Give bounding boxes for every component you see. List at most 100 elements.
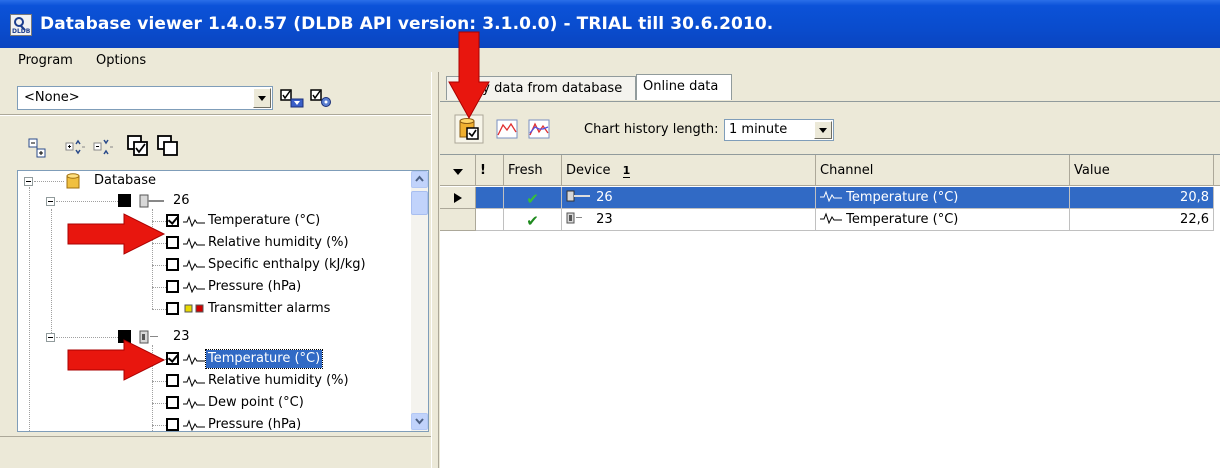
row-fresh-cell: ✔ <box>504 209 562 231</box>
grid-header-value[interactable]: Value <box>1070 155 1214 186</box>
collapse-icon[interactable] <box>92 136 114 158</box>
tree-channel-label[interactable]: Temperature (°C) <box>208 211 320 231</box>
collapse-all-icon[interactable] <box>26 136 48 158</box>
transmitter-icon <box>139 194 164 208</box>
row-value-cell: 22,6 <box>1070 209 1214 231</box>
configuration-select-value: <None> <box>24 90 80 105</box>
row-header[interactable] <box>440 209 476 231</box>
row-device-name: 23 <box>596 212 613 227</box>
title-bar[interactable]: DLDB Database viewer 1.4.0.57 (DLDB API … <box>0 0 1220 48</box>
menu-bar: Program Options <box>0 48 1220 72</box>
scroll-down-button[interactable] <box>411 413 428 430</box>
menu-options[interactable]: Options <box>96 53 146 68</box>
chevron-down-icon <box>453 169 463 175</box>
history-dropdown-button[interactable] <box>814 121 832 139</box>
multi-line-chart-icon[interactable] <box>527 118 551 140</box>
tree-channel-label-selected[interactable]: Temperature (°C) <box>204 349 324 369</box>
channel-checkbox[interactable] <box>166 418 179 431</box>
chart-history-select[interactable]: 1 minute <box>724 119 834 141</box>
device-23-label[interactable]: 23 <box>173 327 190 347</box>
row-channel-cell: Temperature (°C) <box>816 209 1070 231</box>
combo-dropdown-button[interactable] <box>253 88 271 108</box>
tree-channel-label[interactable]: Pressure (hPa) <box>208 277 301 297</box>
grid-header-fresh[interactable]: Fresh <box>504 155 562 186</box>
chevron-down-icon <box>415 418 424 425</box>
wave-icon <box>183 281 205 293</box>
channel-tree[interactable]: Database 26 Temperature (°C) Relative hu… <box>17 170 429 432</box>
channel-checkbox[interactable] <box>166 374 179 387</box>
save-config-icon[interactable] <box>279 87 305 109</box>
database-icon <box>66 173 80 189</box>
current-row-icon <box>454 193 462 203</box>
channel-checkbox[interactable] <box>166 302 179 315</box>
channel-checkbox[interactable] <box>166 396 179 409</box>
grid-header-device-label: Device <box>566 163 611 178</box>
tree-channel-label[interactable]: Specific enthalpy (kJ/kg) <box>208 255 366 275</box>
tab-online-data[interactable]: Online data <box>636 74 732 100</box>
fresh-check-icon: ✔ <box>526 212 539 230</box>
grid-header-channel[interactable]: Channel <box>816 155 1070 186</box>
red-arrow-right-icon <box>67 213 166 255</box>
device-26-label[interactable]: 26 <box>173 191 190 211</box>
transmitter-icon <box>566 190 590 202</box>
check-all-icon[interactable] <box>126 134 150 158</box>
wave-icon <box>183 397 205 409</box>
tree-scrollbar[interactable] <box>411 171 428 431</box>
tree-root-label[interactable]: Database <box>94 171 156 191</box>
channel-checkbox[interactable] <box>166 258 179 271</box>
chevron-down-icon <box>258 96 266 101</box>
row-header[interactable] <box>440 187 476 209</box>
red-arrow-right-icon <box>67 339 166 381</box>
channel-checkbox[interactable] <box>166 280 179 293</box>
window-title: Database viewer 1.4.0.57 (DLDB API versi… <box>40 14 774 34</box>
row-device-cell: 23 <box>562 209 816 231</box>
wave-icon <box>183 353 205 365</box>
wave-icon <box>820 212 842 225</box>
panel-splitter[interactable] <box>431 72 439 468</box>
grid-header-indicator[interactable] <box>440 155 476 186</box>
channel-checkbox[interactable] <box>166 236 179 249</box>
chevron-down-icon <box>819 128 827 133</box>
alarm-indicator-icon <box>184 304 204 313</box>
channel-checkbox[interactable] <box>166 214 179 227</box>
left-toolbar-separator <box>0 114 436 116</box>
wave-icon <box>183 237 205 249</box>
app-icon-label: DLDB <box>12 28 31 35</box>
chart-history-value: 1 minute <box>729 122 788 137</box>
row-value-cell: 20,8 <box>1070 187 1214 209</box>
tree-channel-label[interactable]: Relative humidity (%) <box>208 233 349 253</box>
grid-header-device[interactable]: Device 1 <box>562 155 816 186</box>
tab-history-data-label: ory data from database <box>469 81 623 96</box>
tab-strip-border <box>440 101 1220 102</box>
red-arrow-down-icon <box>448 31 490 120</box>
row-alert-cell <box>476 209 504 231</box>
configuration-select[interactable]: <None> <box>17 86 273 110</box>
uncheck-all-icon[interactable] <box>156 134 180 158</box>
expand-icon[interactable] <box>64 136 86 158</box>
tree-channel-label[interactable]: Relative humidity (%) <box>208 371 349 391</box>
scroll-up-button[interactable] <box>411 171 428 188</box>
device-26-checkbox[interactable] <box>118 194 131 207</box>
tree-expander-database[interactable] <box>24 177 33 186</box>
wave-icon <box>820 190 842 203</box>
tab-online-data-label: Online data <box>643 79 719 94</box>
chart-history-label: Chart history length: <box>584 122 719 137</box>
row-device-name: 26 <box>596 190 613 205</box>
tree-expander-device-23[interactable] <box>46 333 55 342</box>
scroll-thumb[interactable] <box>411 191 428 215</box>
wave-icon <box>183 215 205 227</box>
row-alert-cell <box>476 187 504 209</box>
menu-program[interactable]: Program <box>18 53 73 68</box>
channel-checkbox[interactable] <box>166 352 179 365</box>
tree-channel-label[interactable]: Dew point (°C) <box>208 393 304 413</box>
config-settings-icon[interactable] <box>309 87 335 109</box>
wave-icon <box>183 419 205 431</box>
tree-channel-label[interactable]: Transmitter alarms <box>208 299 330 319</box>
line-chart-icon[interactable] <box>495 118 519 140</box>
app-icon[interactable]: DLDB <box>10 14 32 36</box>
row-channel-name: Temperature (°C) <box>846 212 959 227</box>
tree-expander-device-26[interactable] <box>46 197 55 206</box>
online-data-grid[interactable]: ! Fresh Device 1 Channel Value ✔ 26 Temp… <box>440 154 1220 468</box>
tree-channel-label[interactable]: Pressure (hPa) <box>208 415 301 431</box>
grid-header-alert[interactable]: ! <box>476 155 504 186</box>
